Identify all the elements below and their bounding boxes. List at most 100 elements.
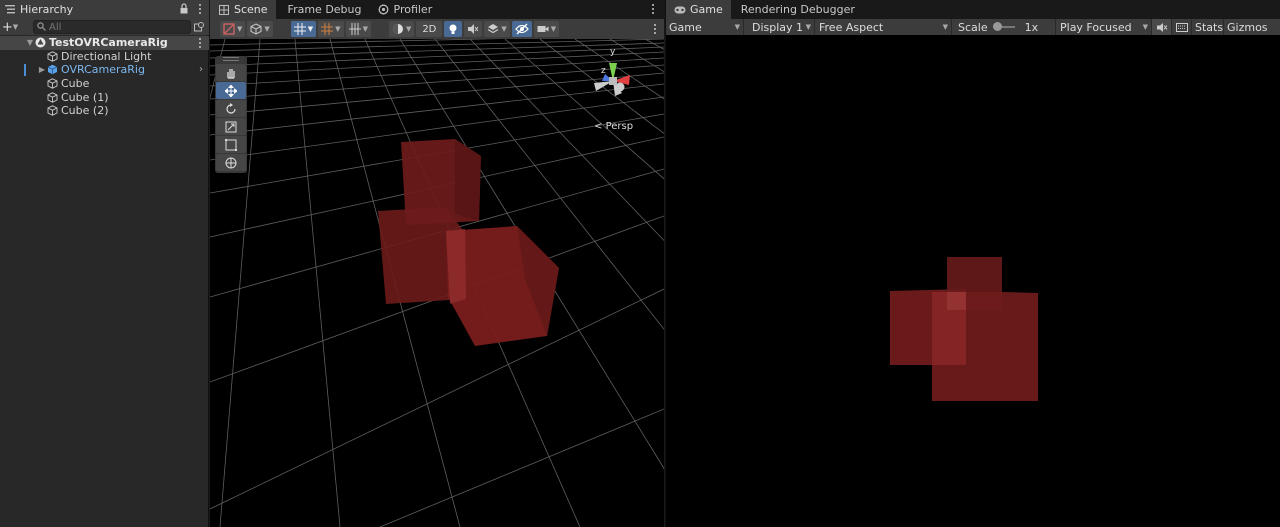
scene-search-icon[interactable] <box>194 21 205 35</box>
cube-icon <box>250 23 262 35</box>
scale-value: 1x <box>1024 20 1039 34</box>
chevron-down-icon: ▼ <box>405 25 412 33</box>
shaded-mode-icon <box>223 23 235 35</box>
2d-label: 2D <box>422 23 437 35</box>
profiler-icon <box>378 4 390 16</box>
chevron-down-icon: ▼ <box>805 23 811 31</box>
search-field[interactable] <box>33 20 191 34</box>
effects-toggle-button[interactable]: ▼ <box>484 21 510 37</box>
aspect-select[interactable]: Free Aspect ▼ <box>815 19 952 35</box>
drag-handle[interactable] <box>223 57 239 61</box>
tree-item-cube[interactable]: Cube <box>0 77 209 91</box>
search-input[interactable] <box>49 21 169 33</box>
tree-item-cube-1[interactable]: Cube (1) <box>0 90 209 104</box>
tab-game[interactable]: Game <box>666 0 731 19</box>
gizmo-y-label: y <box>610 47 616 57</box>
chevron-down-icon: ▼ <box>307 25 314 33</box>
rect-tool-button[interactable] <box>216 136 246 153</box>
scene-viewport[interactable]: y z < Persp <box>210 39 664 527</box>
scale-icon <box>225 121 237 132</box>
tree-item-directional-light[interactable]: Directional Light <box>0 50 209 64</box>
audio-mute-icon <box>1156 22 1167 32</box>
tree-item-ovrcamerarig[interactable]: ▶ OVRCameraRig › <box>0 63 209 77</box>
grid-snap-icon <box>293 23 306 35</box>
tab-profiler[interactable]: Profiler <box>370 0 441 19</box>
increment-snapping-button[interactable]: ▼ <box>318 21 344 37</box>
eye-slash-icon <box>514 23 529 35</box>
view-select[interactable]: Game ▼ <box>666 19 744 35</box>
tree-item-cube-2[interactable]: Cube (2) <box>0 104 209 118</box>
move-tool-button[interactable] <box>216 82 246 99</box>
tree-item-testovrcamerarig[interactable]: ▼ TestOVRCameraRig <box>0 36 209 50</box>
tab-hierarchy[interactable]: Hierarchy <box>0 0 209 19</box>
lock-icon[interactable] <box>180 3 188 14</box>
scale-tool-button[interactable] <box>216 118 246 135</box>
rotate-icon <box>226 102 236 114</box>
audio-toggle-button[interactable] <box>464 21 483 37</box>
stats-button[interactable]: Stats <box>1192 19 1224 35</box>
expand-arrow-icon[interactable]: ▶ <box>37 65 47 74</box>
view-select-value: Game <box>669 20 702 34</box>
game-panel: Game Rendering Debugger Game ▼ Display 1… <box>665 0 1280 527</box>
add-object-button[interactable]: + ▼ <box>0 20 20 34</box>
transform-tool-button[interactable] <box>216 154 246 171</box>
chevron-down-icon: ▼ <box>1142 23 1148 31</box>
tab-rendering-debugger[interactable]: Rendering Debugger <box>731 0 863 19</box>
tab-scene[interactable]: Scene <box>210 0 276 19</box>
chevron-right-icon[interactable]: › <box>199 64 203 75</box>
hierarchy-panel: Hierarchy +▼ ▼ <box>0 0 209 527</box>
chevron-left-icon: < <box>594 121 603 132</box>
chevron-down-icon: ▼ <box>942 23 948 31</box>
grid-visibility-button[interactable]: ▼ <box>345 21 371 37</box>
orientation-gizmo[interactable]: y z <box>588 45 638 115</box>
gizmos-label: Gizmos <box>1227 20 1268 34</box>
more-options-icon[interactable] <box>195 3 205 15</box>
gizmo-z-label: z <box>601 66 606 76</box>
chevron-down-icon: ▼ <box>12 22 19 31</box>
game-render <box>890 257 1038 401</box>
layers-icon <box>488 24 499 34</box>
camera-settings-button[interactable]: ▼ <box>533 21 560 37</box>
stats-label: Stats <box>1195 20 1224 34</box>
slider-thumb[interactable] <box>992 22 1002 31</box>
scene-options-icon[interactable] <box>195 37 205 49</box>
chevron-down-icon: ▼ <box>734 23 740 31</box>
draw-mode-button[interactable]: ▼ <box>220 21 246 37</box>
tab-frame-debug[interactable]: Frame Debug <box>276 0 370 19</box>
grid-icon <box>321 23 334 35</box>
scene-toolbar: ▼ ▼ ▼ ▼ ▼ ▼ 2D ▼ ▼ <box>210 19 664 39</box>
keyboard-shortcuts-button[interactable] <box>1172 19 1192 35</box>
play-mode-select[interactable]: Play Focused ▼ <box>1056 19 1152 35</box>
scale-label: Scale <box>958 20 988 34</box>
render-mode-button[interactable]: ▼ <box>247 21 273 37</box>
toolbar-options-icon[interactable] <box>650 23 660 35</box>
rect-icon <box>225 138 237 151</box>
gizmos-button[interactable]: Gizmos <box>1224 19 1268 35</box>
projection-toggle[interactable]: < Persp <box>594 121 633 132</box>
mute-audio-button[interactable] <box>1152 19 1172 35</box>
gizmo-center[interactable] <box>609 77 617 85</box>
search-icon <box>37 21 46 34</box>
tree-item-label: Directional Light <box>61 49 152 63</box>
chevron-down-icon: ▼ <box>335 25 341 33</box>
hidden-objects-toggle-button[interactable] <box>511 21 532 37</box>
aspect-select-value: Free Aspect <box>819 20 884 34</box>
audio-mute-icon <box>468 24 479 34</box>
expand-arrow-icon[interactable]: ▼ <box>25 38 35 47</box>
more-options-icon[interactable] <box>648 3 658 15</box>
rotate-tool-button[interactable] <box>216 100 246 117</box>
lighting-toggle-button[interactable] <box>444 21 463 37</box>
persp-label: Persp <box>605 121 634 132</box>
hand-tool-button[interactable] <box>216 64 246 81</box>
2d-toggle-button[interactable]: 2D <box>416 21 443 37</box>
shading-mode-button[interactable]: ▼ <box>388 21 415 37</box>
grid-snapping-button[interactable]: ▼ <box>290 21 317 37</box>
tab-label: Rendering Debugger <box>740 3 855 16</box>
display-select-value: Display 1 <box>752 20 804 34</box>
display-select[interactable]: Display 1 ▼ <box>744 19 815 35</box>
scene-cubes <box>378 139 559 346</box>
tree-item-label: Cube <box>61 77 90 91</box>
game-view[interactable] <box>666 35 1280 527</box>
lightbulb-icon <box>449 24 457 34</box>
scale-slider[interactable] <box>992 22 1015 32</box>
